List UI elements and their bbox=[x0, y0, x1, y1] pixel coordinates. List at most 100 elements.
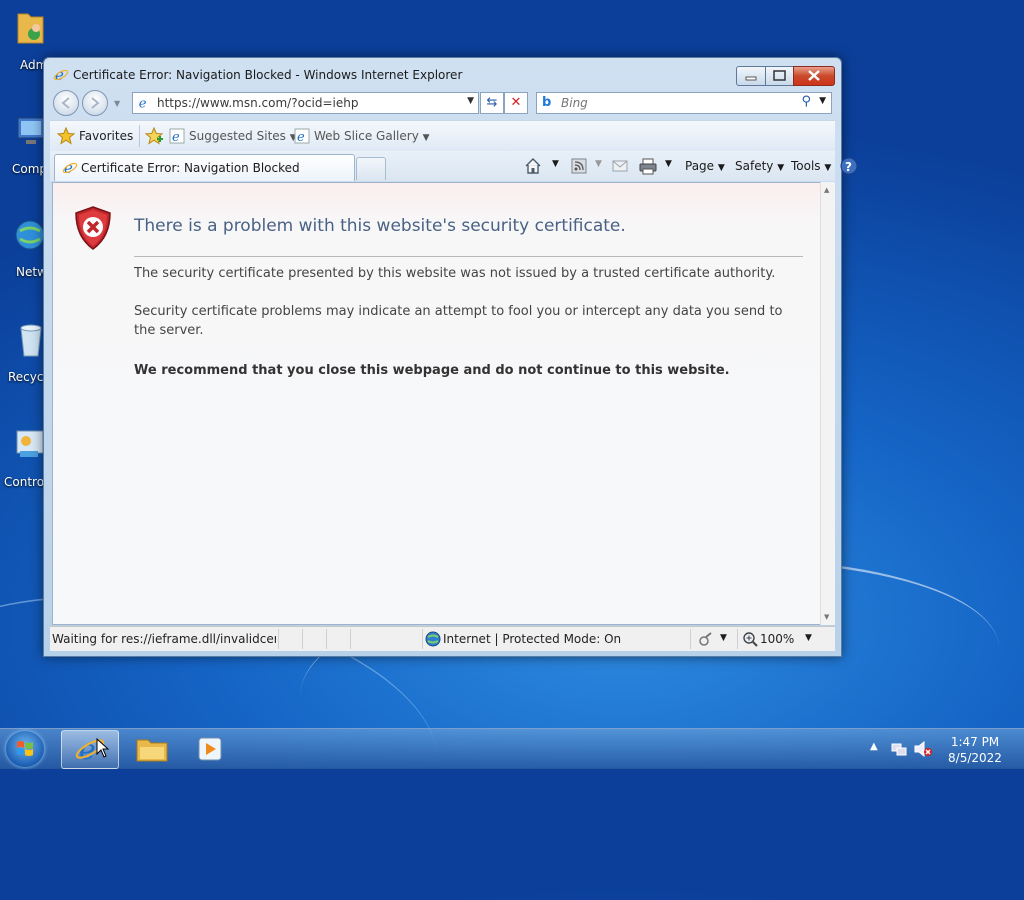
taskbar-windows-explorer[interactable] bbox=[124, 730, 180, 767]
print-dropdown-icon[interactable]: ▼ bbox=[665, 159, 672, 169]
chevron-down-icon: ▼ bbox=[777, 163, 785, 173]
clock-date: 8/5/2022 bbox=[948, 751, 1002, 765]
close-icon bbox=[808, 70, 820, 81]
search-options-dropdown-icon[interactable]: ▼ bbox=[819, 96, 826, 106]
svg-text:e: e bbox=[172, 130, 180, 144]
back-button[interactable] bbox=[53, 90, 79, 116]
ie-logo-icon: e bbox=[53, 67, 69, 83]
security-zone[interactable]: Internet | Protected Mode: On bbox=[443, 632, 621, 646]
minimize-button[interactable] bbox=[736, 66, 766, 86]
suggested-sites-label: Suggested Sites bbox=[189, 129, 286, 143]
status-divider bbox=[302, 629, 303, 649]
back-arrow-icon bbox=[61, 97, 70, 109]
feeds-dropdown-icon[interactable]: ▼ bbox=[595, 159, 602, 169]
desktop-icon-control-panel[interactable]: Control bbox=[0, 425, 47, 505]
start-button[interactable] bbox=[6, 731, 44, 767]
status-divider bbox=[350, 629, 351, 649]
address-dropdown-icon[interactable]: ▼ bbox=[467, 96, 474, 106]
favorites-button[interactable]: Favorites bbox=[79, 129, 133, 143]
zoom-dropdown-icon[interactable]: ▼ bbox=[805, 633, 812, 643]
taskbar-media-player[interactable] bbox=[183, 730, 239, 767]
favorites-bar: Favorites e Suggested Sites ▼ e Web Slic… bbox=[50, 120, 835, 152]
feeds-icon[interactable] bbox=[571, 158, 587, 174]
chevron-down-icon[interactable]: ▼ bbox=[720, 633, 727, 643]
search-input[interactable] bbox=[559, 95, 793, 111]
ie-window: e Certificate Error: Navigation Blocked … bbox=[43, 57, 858, 657]
tools-menu[interactable]: Tools ▼ bbox=[791, 159, 831, 173]
maximize-button[interactable] bbox=[765, 66, 794, 86]
svg-text:e: e bbox=[139, 96, 147, 110]
taskbar-internet-explorer[interactable]: e bbox=[61, 730, 119, 769]
search-icon[interactable]: ⚲ bbox=[801, 94, 811, 109]
search-box[interactable]: b ⚲ ▼ bbox=[536, 92, 832, 114]
web-slice-gallery-label: Web Slice Gallery bbox=[314, 129, 419, 143]
zoom-level[interactable]: 100% bbox=[760, 632, 794, 646]
ie-page-icon: e bbox=[169, 128, 185, 144]
chevron-down-icon: ▼ bbox=[422, 133, 430, 143]
recommendation-text: We recommend that you close this webpage… bbox=[134, 363, 730, 378]
home-icon[interactable] bbox=[524, 157, 542, 175]
network-tray-icon[interactable] bbox=[891, 741, 907, 757]
desktop-icon-admin[interactable]: Adm bbox=[0, 8, 47, 88]
add-to-favorites-bar-icon[interactable] bbox=[145, 127, 163, 145]
address-url[interactable]: https://www.msn.com/?ocid=iehp bbox=[157, 96, 358, 110]
scroll-up-icon[interactable]: ▲ bbox=[824, 186, 829, 194]
stop-icon: ✕ bbox=[510, 95, 522, 110]
refresh-button[interactable]: ⇆ bbox=[480, 92, 504, 114]
warning-paragraph: Security certificate problems may indica… bbox=[134, 304, 783, 338]
ie-page-icon: e bbox=[62, 160, 78, 176]
desktop-icon-network[interactable]: Netw bbox=[0, 215, 47, 295]
clock-time: 1:47 PM bbox=[950, 735, 1000, 749]
tab-row: e Certificate Error: Navigation Blocked … bbox=[50, 151, 858, 181]
tab-label: Certificate Error: Navigation Blocked bbox=[81, 161, 300, 175]
close-button[interactable] bbox=[793, 66, 835, 86]
volume-muted-icon[interactable] bbox=[914, 741, 932, 757]
internet-globe-icon bbox=[425, 631, 441, 647]
read-mail-icon[interactable] bbox=[612, 159, 628, 173]
home-dropdown-icon[interactable]: ▼ bbox=[552, 159, 559, 169]
taskbar: e ▲ 1:47 PM 8/5/2022 bbox=[0, 728, 1024, 769]
system-clock[interactable]: 1:47 PM 8/5/2022 bbox=[940, 734, 1010, 766]
desktop-icon-recycle-bin[interactable]: Recycl bbox=[0, 320, 47, 400]
svg-text:?: ? bbox=[845, 160, 852, 174]
protected-mode-icon[interactable] bbox=[698, 631, 714, 647]
forward-button[interactable] bbox=[82, 90, 108, 116]
status-divider bbox=[326, 629, 327, 649]
zoom-icon[interactable] bbox=[742, 631, 758, 647]
mouse-cursor-icon bbox=[96, 738, 110, 758]
stop-button[interactable]: ✕ bbox=[504, 92, 528, 114]
desktop-icon-label: Recycl bbox=[8, 370, 47, 384]
tools-menu-label: Tools bbox=[791, 159, 821, 173]
title-bar[interactable]: e Certificate Error: Navigation Blocked … bbox=[44, 58, 841, 88]
show-hidden-icons-button[interactable]: ▲ bbox=[870, 741, 878, 752]
address-bar[interactable]: e https://www.msn.com/?ocid=iehp ▼ bbox=[132, 92, 479, 114]
status-bar: Waiting for res://ieframe.dll/invalidcer… bbox=[50, 626, 835, 651]
page-title: There is a problem with this website's s… bbox=[134, 216, 626, 236]
user-folder-icon bbox=[17, 13, 44, 44]
vertical-scrollbar[interactable]: ▲ ▼ bbox=[820, 182, 835, 625]
desktop-icon-computer[interactable]: Comp bbox=[0, 112, 47, 192]
bing-logo-icon: b bbox=[542, 95, 552, 110]
ie-page-icon: e bbox=[294, 128, 310, 144]
favorites-star-icon bbox=[57, 127, 75, 145]
security-shield-error-icon bbox=[75, 206, 111, 250]
scroll-down-icon[interactable]: ▼ bbox=[824, 613, 829, 621]
web-slice-gallery-link[interactable]: Web Slice Gallery ▼ bbox=[314, 129, 430, 143]
forward-arrow-icon bbox=[91, 97, 100, 109]
help-icon[interactable]: ? bbox=[840, 157, 858, 175]
recent-pages-dropdown[interactable]: ▼ bbox=[114, 99, 120, 108]
page-menu[interactable]: Page ▼ bbox=[685, 159, 725, 173]
tab-certificate-error[interactable]: e Certificate Error: Navigation Blocked bbox=[54, 154, 355, 181]
windows-logo-icon bbox=[17, 741, 33, 756]
status-text: Waiting for res://ieframe.dll/invalidcer… bbox=[52, 632, 276, 646]
suggested-sites-link[interactable]: Suggested Sites ▼ bbox=[189, 129, 297, 143]
new-tab-button[interactable] bbox=[356, 157, 386, 180]
page-content: There is a problem with this website's s… bbox=[52, 182, 821, 625]
safety-menu[interactable]: Safety ▼ bbox=[735, 159, 784, 173]
description-paragraph: The security certificate presented by th… bbox=[134, 266, 776, 281]
print-icon[interactable] bbox=[639, 157, 657, 175]
svg-text:e: e bbox=[297, 130, 305, 144]
status-divider bbox=[278, 629, 279, 649]
chevron-down-icon: ▼ bbox=[717, 163, 725, 173]
page-menu-label: Page bbox=[685, 159, 715, 173]
